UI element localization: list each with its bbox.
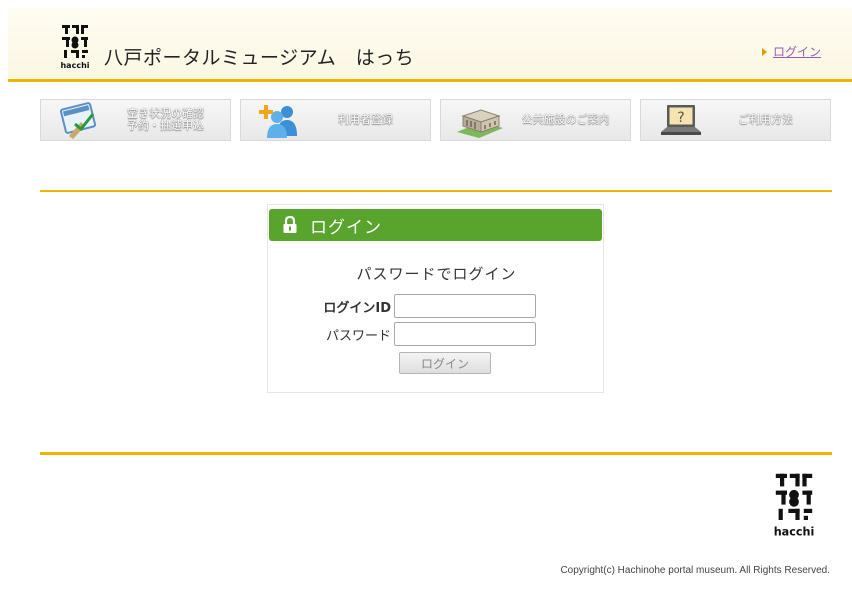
main-nav: 空き状況の確認 予約・抽選申込 利用者登録 公共施設のご案内 ? ご利用方法	[40, 99, 832, 141]
hacchi-footer-logo: hacchi	[774, 473, 815, 538]
lock-icon	[283, 216, 297, 233]
help-laptop-icon: ?	[661, 105, 701, 135]
header-login-link[interactable]: ログイン	[773, 43, 821, 60]
login-panel: ログイン パスワードでログイン ログインID パスワード ログイン	[267, 204, 604, 393]
svg-text:hacchi: hacchi	[60, 61, 89, 70]
header-divider	[8, 79, 852, 82]
site-title: 八戸ポータルミュージアム はっち	[104, 47, 415, 69]
svg-text:hacchi: hacchi	[774, 525, 815, 538]
nav-label: ご利用方法	[738, 113, 793, 126]
login-panel-title: ログイン	[310, 217, 382, 238]
svg-text:?: ?	[677, 110, 684, 126]
nav-availability-reservation[interactable]: 空き状況の確認 予約・抽選申込	[40, 99, 231, 141]
copyright-text: Copyright(c) Hachinohe portal museum. Al…	[560, 565, 830, 576]
login-id-label: ログインID	[323, 300, 391, 316]
password-row: パスワード	[268, 322, 605, 346]
content-top-divider	[40, 190, 832, 192]
building-icon	[457, 109, 503, 138]
login-panel-header: ログイン	[269, 209, 602, 241]
calendar-check-icon	[59, 102, 97, 139]
header-login[interactable]: ログイン	[761, 43, 821, 60]
site-header: hacchi 八戸ポータルミュージアム はっち ログイン	[8, 8, 852, 79]
add-user-icon	[259, 105, 297, 138]
hacchi-logo[interactable]: hacchi	[60, 24, 90, 70]
login-subtitle: パスワードでログイン	[356, 265, 517, 283]
login-id-input[interactable]	[394, 294, 536, 318]
login-button[interactable]: ログイン	[399, 352, 491, 374]
arrow-right-icon	[761, 47, 767, 56]
nav-label: 利用者登録	[338, 113, 393, 126]
nav-user-registration[interactable]: 利用者登録	[240, 99, 431, 141]
nav-how-to-use[interactable]: ? ご利用方法	[640, 99, 831, 141]
footer-divider	[40, 452, 832, 455]
password-label: パスワード	[325, 328, 391, 344]
nav-label: 公共施設のご案内	[521, 113, 610, 126]
password-input[interactable]	[394, 322, 536, 346]
nav-public-facilities[interactable]: 公共施設のご案内	[440, 99, 631, 141]
nav-label: 空き状況の確認 予約・抽選申込	[127, 107, 204, 132]
login-id-row: ログインID	[268, 294, 605, 318]
